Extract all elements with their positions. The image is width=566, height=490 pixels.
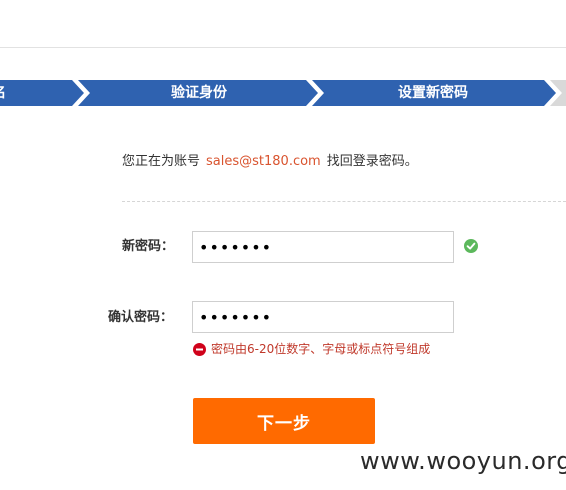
step-3-label: 设置新密码 xyxy=(398,85,468,101)
new-password-input[interactable] xyxy=(192,231,454,263)
header-divider xyxy=(0,47,566,48)
step-1-label: 名 xyxy=(0,80,84,106)
section-divider xyxy=(122,201,566,202)
account-info-line: 您正在为账号 sales@st180.com 找回登录密码。 xyxy=(122,153,418,171)
confirm-password-label: 确认密码： xyxy=(108,310,174,325)
minus-circle-icon xyxy=(193,343,206,356)
account-email: sales@st180.com xyxy=(206,154,321,169)
step-verify-identity: 验证身份 xyxy=(84,80,314,106)
new-password-label: 新密码： xyxy=(122,239,175,254)
account-prefix: 您正在为账号 xyxy=(122,154,201,169)
step-set-new-password: 设置新密码 xyxy=(314,80,552,106)
watermark: www.wooyun.org xyxy=(360,447,566,475)
step-1: 名 xyxy=(0,80,84,106)
password-error-message: 密码由6-20位数字、字母或标点符号组成 xyxy=(211,342,431,356)
step-4 xyxy=(552,80,566,106)
next-step-button[interactable]: 下一步 xyxy=(193,398,375,444)
confirm-password-input[interactable] xyxy=(192,301,454,333)
step-2-label: 验证身份 xyxy=(171,85,227,101)
step-progress-bar: 名 验证身份 设置新密码 xyxy=(0,80,566,106)
account-suffix: 找回登录密码。 xyxy=(326,154,418,169)
check-circle-icon xyxy=(464,239,478,253)
